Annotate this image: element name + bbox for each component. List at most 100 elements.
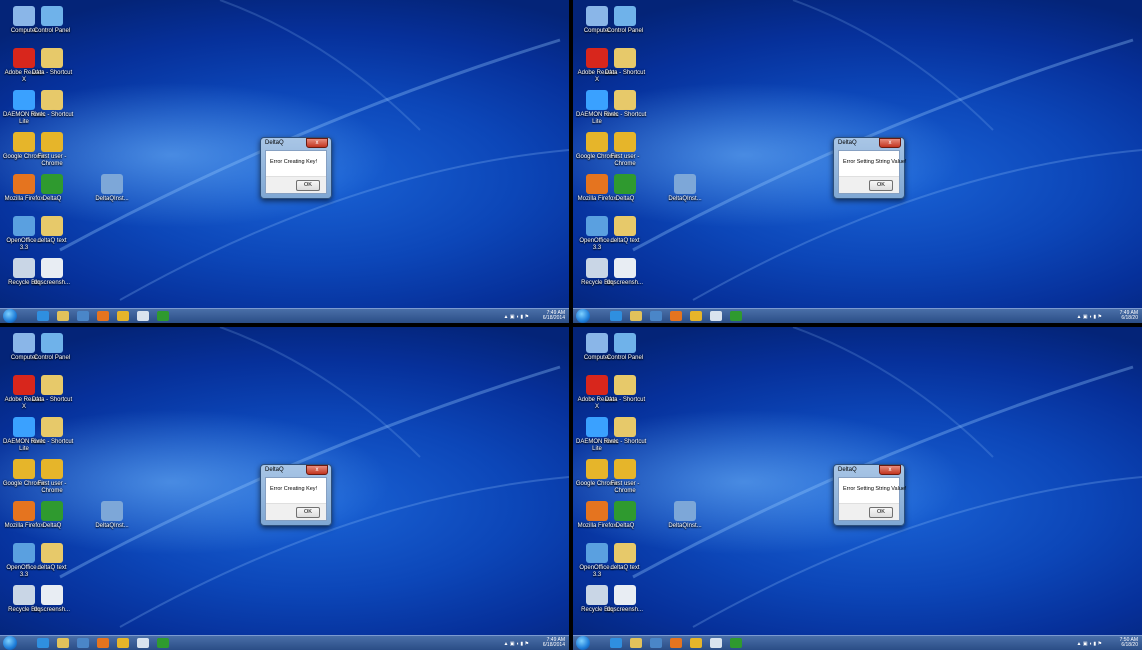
- desktop-icon-label: deltaQ text: [37, 565, 67, 571]
- desktop-icon[interactable]: DeltaQ: [603, 174, 647, 203]
- dialog-titlebar[interactable]: DeltaQ x: [834, 465, 904, 476]
- deltaq-icon: [41, 501, 63, 521]
- desktop-icon[interactable]: Data - Shortcut: [603, 48, 647, 77]
- media-player-icon[interactable]: [77, 638, 89, 648]
- desktop-icon[interactable]: DeltaQ: [30, 174, 74, 203]
- desktop-icon[interactable]: DeltaQInst...: [90, 174, 134, 203]
- deltaq-icon: [614, 501, 636, 521]
- deltaq-icon[interactable]: [157, 311, 169, 321]
- deltaq-setup-icon[interactable]: [710, 638, 722, 648]
- desktop-icon[interactable]: Data - Shortcut: [603, 375, 647, 404]
- deltaq-setup-icon[interactable]: [710, 311, 722, 321]
- system-tray-icons[interactable]: ▲ ▣ ◖ ▮ ⚑: [504, 641, 529, 647]
- media-player-icon[interactable]: [77, 311, 89, 321]
- start-button[interactable]: [576, 309, 590, 323]
- desktop-icon[interactable]: DeltaQ: [30, 501, 74, 530]
- desktop-icon[interactable]: deltaQ text: [30, 543, 74, 572]
- firefox-icon[interactable]: [97, 638, 109, 648]
- internet-explorer-icon[interactable]: [37, 638, 49, 648]
- windows-explorer-icon[interactable]: [630, 638, 642, 648]
- close-icon[interactable]: x: [879, 138, 901, 148]
- deltaq-setup-icon[interactable]: [137, 638, 149, 648]
- close-icon[interactable]: x: [306, 465, 328, 475]
- folder-icon: [41, 417, 63, 437]
- dialog-titlebar[interactable]: DeltaQ x: [261, 465, 331, 476]
- dialog-message: Error Setting String Value!: [843, 159, 907, 165]
- desktop-icon[interactable]: deltaQ text: [603, 543, 647, 572]
- close-icon[interactable]: x: [306, 138, 328, 148]
- ok-button[interactable]: OK: [869, 507, 893, 518]
- desktop-icon[interactable]: dqscreensh...: [603, 585, 647, 614]
- desktop-icon[interactable]: Rivec - Shortcut: [30, 90, 74, 119]
- system-tray-icons[interactable]: ▲ ▣ ◖ ▮ ⚑: [1077, 314, 1102, 320]
- windows-explorer-icon[interactable]: [57, 311, 69, 321]
- start-button[interactable]: [3, 309, 17, 323]
- desktop-icon[interactable]: Control Panel: [603, 6, 647, 35]
- deltaq-icon[interactable]: [730, 311, 742, 321]
- desktop-icon[interactable]: Rivec - Shortcut: [603, 90, 647, 119]
- close-icon[interactable]: x: [879, 465, 901, 475]
- desktop-icon[interactable]: deltaQ text: [30, 216, 74, 245]
- desktop-icon[interactable]: Rivec - Shortcut: [603, 417, 647, 446]
- system-tray-icons[interactable]: ▲ ▣ ◖ ▮ ⚑: [1077, 641, 1102, 647]
- desktop-icon[interactable]: DeltaQInst...: [90, 501, 134, 530]
- start-button[interactable]: [3, 636, 17, 650]
- folder-icon: [614, 417, 636, 437]
- desktop-icon[interactable]: First user - Chrome: [603, 459, 647, 495]
- system-tray-icons[interactable]: ▲ ▣ ◖ ▮ ⚑: [504, 314, 529, 320]
- desktop-icon[interactable]: DeltaQInst...: [663, 174, 707, 203]
- internet-explorer-icon[interactable]: [610, 311, 622, 321]
- ok-button[interactable]: OK: [296, 180, 320, 191]
- desktop-icon[interactable]: First user - Chrome: [30, 459, 74, 495]
- error-dialog: DeltaQ x Error Creating Key! OK: [260, 464, 332, 526]
- desktop-icon[interactable]: dqscreensh...: [30, 585, 74, 614]
- media-player-icon[interactable]: [650, 311, 662, 321]
- chrome-icon[interactable]: [690, 638, 702, 648]
- deltaq-icon[interactable]: [157, 638, 169, 648]
- error-dialog: DeltaQ x Error Setting String Value! OK: [833, 137, 906, 199]
- taskbar: ▲ ▣ ◖ ▮ ⚑ 7:49 AM 6/18/2014: [0, 308, 569, 323]
- dialog-titlebar[interactable]: DeltaQ x: [834, 138, 904, 149]
- folder-icon: [41, 216, 63, 236]
- internet-explorer-icon[interactable]: [610, 638, 622, 648]
- desktop-icon[interactable]: Control Panel: [30, 333, 74, 362]
- desktop-icon-label: DeltaQInst...: [95, 196, 129, 202]
- internet-explorer-icon[interactable]: [37, 311, 49, 321]
- desktop-screen-4: Computer Control Panel Adobe Reader X Data …: [573, 327, 1142, 650]
- desktop-icon[interactable]: DeltaQ: [603, 501, 647, 530]
- clock[interactable]: 7:49 AM 6/18/2014: [543, 638, 565, 648]
- desktop-icon[interactable]: Control Panel: [30, 6, 74, 35]
- desktop-icon[interactable]: First user - Chrome: [603, 132, 647, 168]
- clock[interactable]: 7:49 AM 6/18/2014: [543, 311, 565, 321]
- firefox-icon[interactable]: [97, 311, 109, 321]
- desktop-icon[interactable]: Data - Shortcut: [30, 48, 74, 77]
- desktop-icon[interactable]: dqscreensh...: [603, 258, 647, 287]
- dialog-body: Error Setting String Value! OK: [838, 150, 906, 194]
- windows-explorer-icon[interactable]: [630, 311, 642, 321]
- media-player-icon[interactable]: [650, 638, 662, 648]
- dialog-body: Error Creating Key! OK: [265, 477, 327, 521]
- desktop-icon[interactable]: Data - Shortcut: [30, 375, 74, 404]
- installer-icon: [674, 501, 696, 521]
- clock[interactable]: 7:50 AM 6/18/20: [1120, 638, 1138, 648]
- chrome-icon[interactable]: [117, 311, 129, 321]
- desktop-icon[interactable]: Control Panel: [603, 333, 647, 362]
- dialog-titlebar[interactable]: DeltaQ x: [261, 138, 331, 149]
- dialog-footer: OK: [266, 503, 326, 520]
- desktop-icon[interactable]: First user - Chrome: [30, 132, 74, 168]
- desktop-icon[interactable]: deltaQ text: [603, 216, 647, 245]
- chrome-icon[interactable]: [690, 311, 702, 321]
- desktop-icon[interactable]: DeltaQInst...: [663, 501, 707, 530]
- ok-button[interactable]: OK: [869, 180, 893, 191]
- deltaq-setup-icon[interactable]: [137, 311, 149, 321]
- chrome-icon[interactable]: [117, 638, 129, 648]
- start-button[interactable]: [576, 636, 590, 650]
- clock[interactable]: 7:49 AM 6/18/20: [1120, 311, 1138, 321]
- ok-button[interactable]: OK: [296, 507, 320, 518]
- desktop-icon[interactable]: dqscreensh...: [30, 258, 74, 287]
- desktop-icon[interactable]: Rivec - Shortcut: [30, 417, 74, 446]
- deltaq-icon[interactable]: [730, 638, 742, 648]
- firefox-icon[interactable]: [670, 638, 682, 648]
- windows-explorer-icon[interactable]: [57, 638, 69, 648]
- firefox-icon[interactable]: [670, 311, 682, 321]
